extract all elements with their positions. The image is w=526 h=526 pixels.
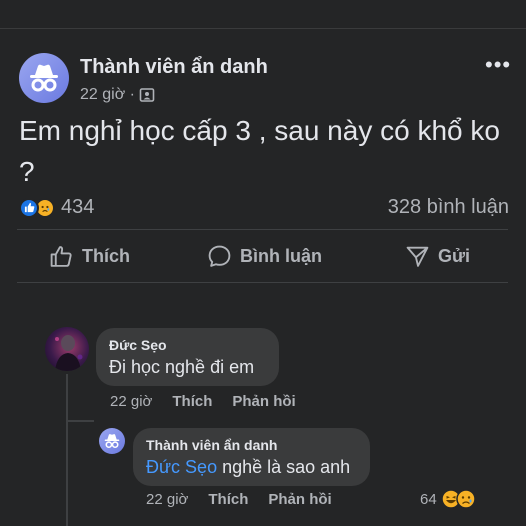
reply-text: Đức Sẹo nghề là sao anh <box>146 457 350 478</box>
incognito-icon <box>104 434 120 449</box>
action-divider-bottom <box>17 282 508 283</box>
like-button[interactable]: Thích <box>49 244 130 269</box>
reactions-summary[interactable]: 434 <box>19 196 94 219</box>
post-time[interactable]: 22 giờ · <box>80 86 135 104</box>
comment-count[interactable]: 328 bình luận <box>388 196 509 219</box>
post-author-name[interactable]: Thành viên ẩn danh <box>80 56 268 79</box>
action-divider-top <box>17 229 508 230</box>
send-button[interactable]: Gửi <box>405 244 470 269</box>
reply-body: nghề là sao anh <box>217 457 351 477</box>
sad-reaction-icon <box>455 489 476 509</box>
comment-reply-button[interactable]: Phản hồi <box>232 393 295 410</box>
thumbs-up-icon <box>50 246 72 267</box>
thread-connector <box>66 420 94 422</box>
comment-text: Đi học nghề đi em <box>109 357 255 377</box>
anonymous-avatar[interactable] <box>19 53 69 103</box>
post-text: Em nghỉ học cấp 3 , sau này có khổ ko ? <box>19 115 500 187</box>
reply-bubble: Thành viên ẩn danh Đức Sẹo nghề là sao a… <box>133 428 370 486</box>
reply-meta: 22 giờ Thích Phản hồi <box>146 491 332 508</box>
comment-meta: 22 giờ Thích Phản hồi <box>110 393 296 410</box>
commenter-photo <box>55 335 83 371</box>
like-reaction-icon <box>19 197 39 218</box>
comment-like-button[interactable]: Thích <box>172 393 212 410</box>
reply-mention[interactable]: Đức Sẹo <box>146 457 217 477</box>
comment-time[interactable]: 22 giờ <box>110 393 152 410</box>
comment-button-label: Bình luận <box>240 246 322 266</box>
commenter-avatar[interactable] <box>45 327 89 371</box>
send-icon <box>406 246 429 267</box>
thread-line <box>66 374 68 526</box>
comment-bubble: Đức Sẹo Đi học nghề đi em <box>96 328 279 386</box>
group-privacy-icon <box>139 88 155 102</box>
comment-button[interactable]: Bình luận <box>207 244 322 269</box>
reply-author[interactable]: Thành viên ẩn danh <box>146 437 277 453</box>
post-meta: 22 giờ · <box>80 86 155 104</box>
more-options-button[interactable]: ••• <box>485 54 511 76</box>
comment-bubble-icon <box>208 245 231 267</box>
incognito-icon <box>30 64 58 92</box>
send-button-label: Gửi <box>438 246 471 266</box>
reply-time[interactable]: 22 giờ <box>146 491 188 508</box>
reply-reactions[interactable]: 64 <box>420 489 476 509</box>
reply-reply-button[interactable]: Phản hồi <box>268 491 331 508</box>
reaction-count: 434 <box>61 196 95 218</box>
comment-author[interactable]: Đức Sẹo <box>109 337 167 353</box>
reply-reaction-count: 64 <box>420 490 437 508</box>
like-button-label: Thích <box>82 246 130 266</box>
reply-avatar[interactable] <box>99 428 125 454</box>
top-divider <box>0 28 526 29</box>
reply-like-button[interactable]: Thích <box>208 491 248 508</box>
